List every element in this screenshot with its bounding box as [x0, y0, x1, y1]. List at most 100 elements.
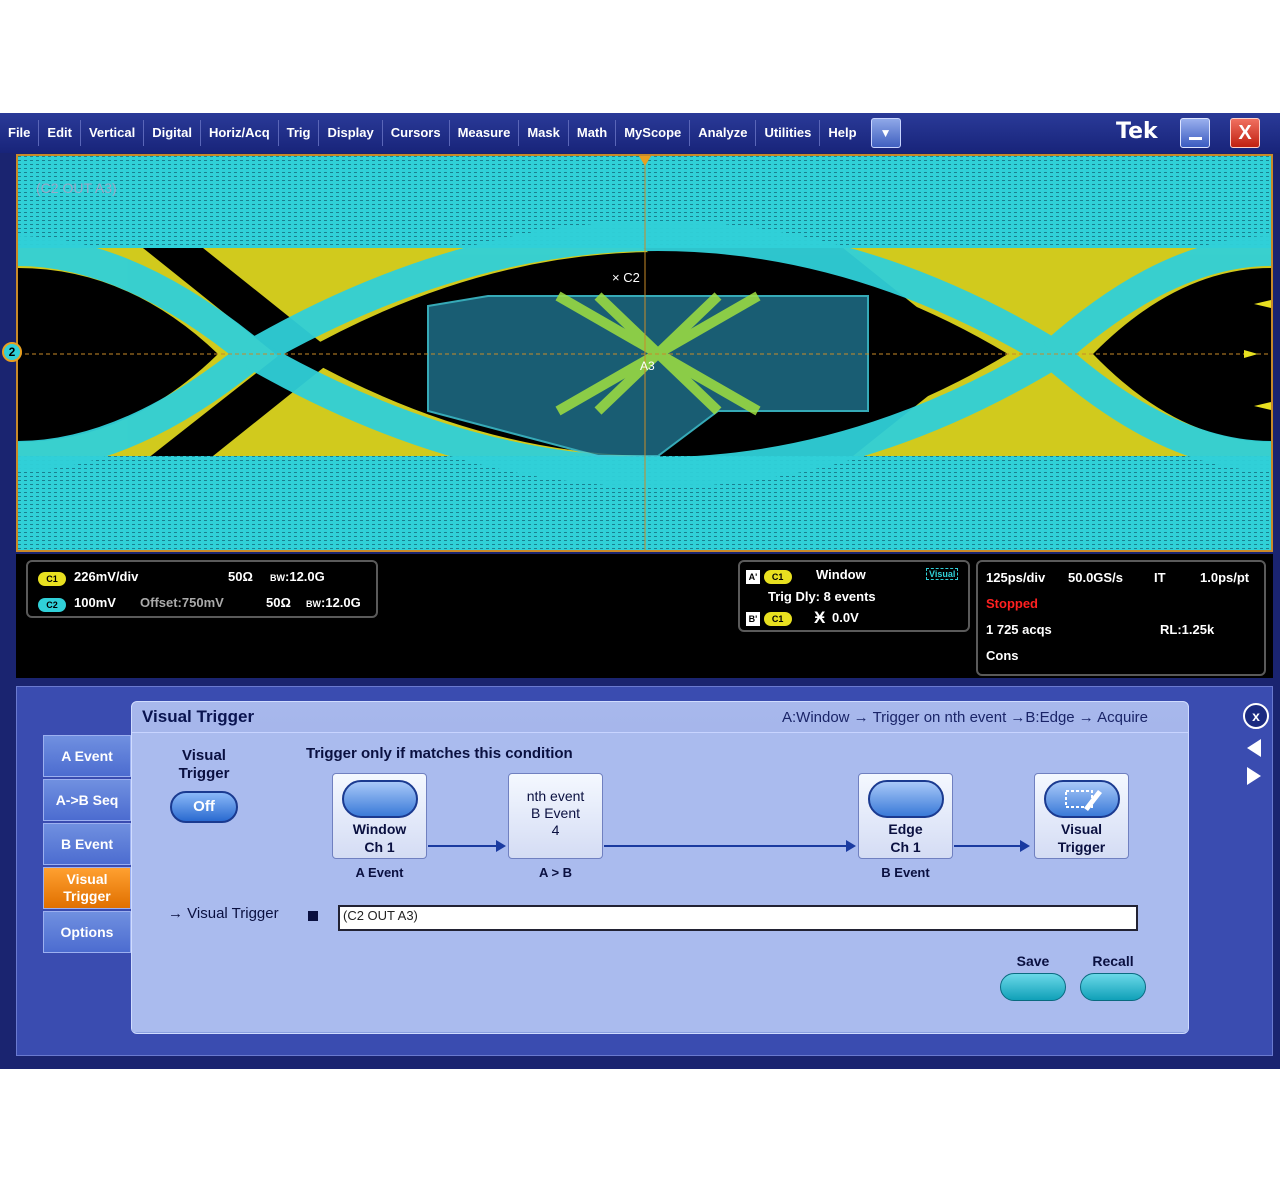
dialog-body: Visual Trigger Off Trigger only if match…: [132, 732, 1188, 1032]
acq-count: 1 725 acqs: [986, 622, 1052, 637]
flow-arrow-1: [428, 840, 506, 852]
menu-bar: File Edit Vertical Digital Horiz/Acq Tri…: [0, 113, 1280, 153]
node-b-event[interactable]: Edge Ch 1: [858, 773, 953, 859]
cursor-c2-marker[interactable]: × C2: [612, 270, 640, 285]
eye-diagram: [18, 156, 1271, 550]
ch2-badge: C2: [38, 597, 66, 612]
menu-utilities[interactable]: Utilities: [756, 120, 821, 146]
node-vt-line2: Trigger: [1057, 839, 1106, 855]
ch2-bandwidth: 12.0G: [325, 595, 361, 610]
menu-trig[interactable]: Trig: [279, 120, 320, 146]
node-visual-trigger[interactable]: Visual Trigger: [1034, 773, 1129, 859]
node-nth-text: nth event B Event 4: [509, 788, 602, 839]
ch2-bandwidth-wrap: BW:12.0G: [306, 595, 361, 610]
node-nth-line2: B Event: [530, 805, 581, 821]
flow-arrow-2: [604, 840, 856, 852]
panel-close-icon[interactable]: x: [1243, 703, 1269, 729]
oscilloscope-app: File Edit Vertical Digital Horiz/Acq Tri…: [0, 113, 1280, 1069]
sample-rate: 50.0GS/s: [1068, 570, 1123, 585]
tab-a-b-seq[interactable]: A->B Seq: [43, 779, 131, 821]
bw-prefix: BW: [270, 573, 285, 583]
acq-state: Stopped: [986, 596, 1038, 611]
bw-prefix-2: BW: [306, 599, 321, 609]
menu-analyze[interactable]: Analyze: [690, 120, 757, 146]
menu-file[interactable]: File: [0, 120, 40, 146]
ch2-ground-marker[interactable]: 2: [2, 342, 22, 362]
tab-options[interactable]: Options: [43, 911, 131, 953]
node-nth-event[interactable]: nth event B Event 4: [508, 773, 603, 859]
menu-digital[interactable]: Digital: [144, 120, 201, 146]
node-nth-caption: A > B: [538, 865, 573, 880]
node-a-event-text: Window Ch 1: [333, 820, 426, 856]
chevron-down-icon: ▼: [879, 126, 892, 140]
close-button[interactable]: X: [1230, 118, 1260, 148]
timebase: 125ps/div: [986, 570, 1046, 585]
acq-cons: Cons: [986, 648, 1019, 663]
menu-math[interactable]: Math: [569, 120, 617, 146]
close-icon: X: [1238, 122, 1252, 144]
readout-bar: C1 226mV/div 50Ω BW:12.0G C2 100mV Offse…: [16, 554, 1273, 678]
tab-a-event[interactable]: A Event: [43, 735, 131, 777]
visual-trigger-dialog: Visual Trigger A:Window → Trigger on nth…: [131, 701, 1189, 1034]
menu-cursors[interactable]: Cursors: [383, 120, 450, 146]
node-b-line1: Edge: [888, 821, 923, 837]
brand-logo: Tek: [1116, 119, 1158, 144]
a-trigger-type: Window: [816, 567, 866, 582]
condition-heading: Trigger only if matches this condition: [306, 745, 573, 762]
node-nth-count: 4: [551, 822, 560, 838]
node-a-event[interactable]: Window Ch 1: [332, 773, 427, 859]
b-trigger-badge: B': [746, 611, 760, 626]
node-vt-button[interactable]: [1044, 780, 1120, 818]
trigger-sequence-path: A:Window → Trigger on nth event →B:Edge …: [781, 709, 1148, 726]
channel-readouts[interactable]: C1 226mV/div 50Ω BW:12.0G C2 100mV Offse…: [26, 560, 378, 618]
save-button[interactable]: [1000, 973, 1066, 1001]
vt-toggle-button[interactable]: Off: [170, 791, 238, 823]
recall-button[interactable]: [1080, 973, 1146, 1001]
menu-help[interactable]: Help: [820, 120, 864, 146]
menu-measure[interactable]: Measure: [450, 120, 520, 146]
menu-dropdown-button[interactable]: ▼: [870, 118, 901, 148]
menu-myscope[interactable]: MyScope: [616, 120, 691, 146]
waveform-label: (C2 OUT A3): [36, 180, 117, 196]
node-b-event-text: Edge Ch 1: [859, 820, 952, 856]
visual-trigger-expression-field[interactable]: (C2 OUT A3): [338, 905, 1138, 931]
menu-mask[interactable]: Mask: [519, 120, 569, 146]
minimize-button[interactable]: [1180, 118, 1210, 148]
expr-label: → Visual Trigger: [168, 905, 279, 922]
node-b-line2: Ch 1: [890, 839, 921, 855]
menu-display[interactable]: Display: [319, 120, 383, 146]
ch2-scale: 100mV: [74, 595, 116, 610]
flow-arrow-3: [954, 840, 1030, 852]
prev-arrow-icon[interactable]: [1247, 739, 1261, 757]
node-b-event-button[interactable]: [868, 780, 944, 818]
next-arrow-icon[interactable]: [1247, 767, 1261, 785]
node-a-line2: Ch 1: [364, 839, 395, 855]
menu-vertical[interactable]: Vertical: [81, 120, 145, 146]
edge-either-icon: Ӿ: [814, 608, 826, 627]
node-a-event-button[interactable]: [342, 780, 418, 818]
ch1-bandwidth: 12.0G: [289, 569, 325, 584]
vt-toggle-label: Visual Trigger: [178, 747, 230, 782]
tab-visual-trigger[interactable]: Visual Trigger: [43, 867, 131, 909]
visual-tag: Visual: [926, 568, 959, 580]
recall-label: Recall: [1092, 953, 1134, 969]
waveform-display[interactable]: (C2 OUT A3) × C2 A3: [16, 154, 1273, 552]
trigger-readout[interactable]: A' C1 Window Visual Trig Dly: 8 events B…: [738, 560, 970, 632]
menu-edit[interactable]: Edit: [39, 120, 81, 146]
node-a-caption: A Event: [355, 865, 404, 880]
tab-b-event[interactable]: B Event: [43, 823, 131, 865]
b-trigger-channel: C1: [763, 611, 792, 626]
expr-bullet-icon: [308, 911, 318, 921]
dialog-title: Visual Trigger: [142, 707, 255, 726]
menu-horiz-acq[interactable]: Horiz/Acq: [201, 120, 279, 146]
pencil-area-icon: [1065, 790, 1102, 811]
ch1-badge: C1: [38, 571, 66, 586]
side-tabs: A Event A->B Seq B Event Visual Trigger …: [43, 735, 131, 955]
node-a-line1: Window: [352, 821, 407, 837]
control-panel: A Event A->B Seq B Event Visual Trigger …: [16, 686, 1273, 1056]
acquisition-readout[interactable]: 125ps/div 50.0GS/s IT 1.0ps/pt Stopped 1…: [976, 560, 1266, 676]
a-trigger-badge: A': [746, 569, 760, 584]
ch1-impedance: 50Ω: [228, 569, 253, 584]
b-trigger-level: 0.0V: [832, 610, 859, 625]
trigger-delay: Trig Dly: 8 events: [768, 589, 876, 604]
